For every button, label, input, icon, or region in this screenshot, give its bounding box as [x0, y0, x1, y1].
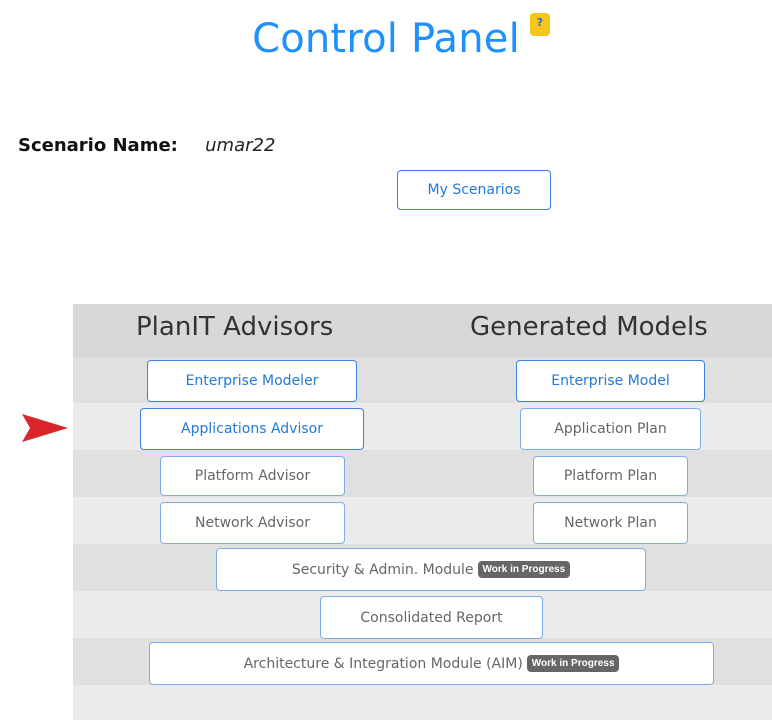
network-advisor-button[interactable]: Network Advisor [160, 502, 345, 544]
work-in-progress-badge: Work in Progress [526, 655, 620, 672]
network-plan-button[interactable]: Network Plan [533, 502, 688, 544]
column-header-row: PlanIT Advisors Generated Models [73, 304, 772, 357]
security-admin-module-label: Security & Admin. Module [291, 561, 474, 578]
aim-module-button[interactable]: Architecture & Integration Module (AIM) … [149, 642, 714, 685]
consolidated-report-button[interactable]: Consolidated Report [320, 596, 543, 639]
column-header-advisors: PlanIT Advisors [136, 312, 334, 342]
scenario-row: Scenario Name: umar22 [18, 135, 275, 157]
enterprise-modeler-button[interactable]: Enterprise Modeler [147, 360, 357, 402]
red-pointer-arrow-icon [22, 414, 68, 442]
page-title-text: Control Panel [252, 16, 520, 62]
enterprise-model-button[interactable]: Enterprise Model [516, 360, 705, 402]
my-scenarios-button[interactable]: My Scenarios [397, 170, 551, 210]
scenario-name-value: umar22 [205, 135, 276, 156]
column-header-models: Generated Models [470, 312, 708, 342]
header: Control Panel ? [0, 13, 772, 62]
panel-row [73, 685, 772, 720]
platform-advisor-button[interactable]: Platform Advisor [160, 456, 345, 496]
application-plan-button[interactable]: Application Plan [520, 408, 701, 450]
work-in-progress-badge: Work in Progress [477, 561, 571, 578]
page-title: Control Panel ? [252, 13, 550, 62]
scenario-label: Scenario Name: [18, 135, 178, 156]
security-admin-module-button[interactable]: Security & Admin. Module Work in Progres… [216, 548, 646, 591]
applications-advisor-button[interactable]: Applications Advisor [140, 408, 364, 450]
help-badge[interactable]: ? [529, 13, 550, 36]
platform-plan-button[interactable]: Platform Plan [533, 456, 688, 496]
aim-module-label: Architecture & Integration Module (AIM) [243, 655, 523, 672]
